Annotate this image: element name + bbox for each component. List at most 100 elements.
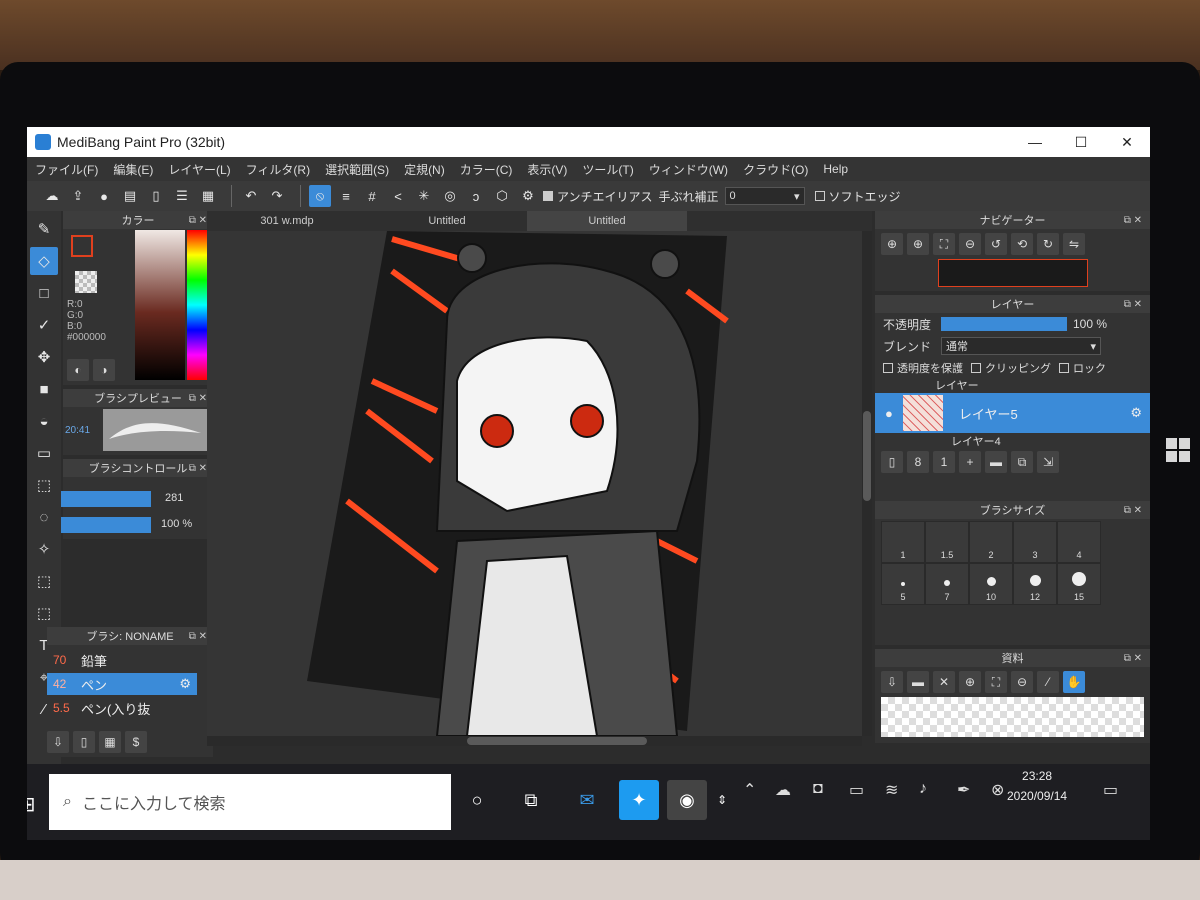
speech-icon[interactable]: ▤ <box>119 185 141 207</box>
tab-untitled-1[interactable]: Untitled <box>367 211 527 231</box>
menu-select[interactable]: 選択範囲(S) <box>325 161 389 178</box>
move-tool-icon[interactable]: ✥ <box>30 343 58 371</box>
defender-icon[interactable]: ◘ <box>813 780 823 798</box>
circle-snap-icon[interactable]: ◎ <box>439 185 461 207</box>
palette-icon[interactable]: ◐ <box>67 359 89 381</box>
background-color-swatch[interactable] <box>75 271 97 293</box>
menu-tool[interactable]: ツール(T) <box>582 161 633 178</box>
gradient-tool-icon[interactable]: ▭ <box>30 439 58 467</box>
blend-dropdown[interactable]: 通常 ▾ <box>941 337 1101 355</box>
twitter-icon[interactable]: ✦ <box>619 780 659 820</box>
snap-settings-icon[interactable]: ⚙ <box>517 185 539 207</box>
layer-item-partial-top[interactable]: レイヤー <box>875 379 1150 393</box>
brush-size-cell[interactable]: 12 <box>1013 563 1057 605</box>
brush-size-cell[interactable]: 10 <box>969 563 1013 605</box>
wifi-icon[interactable]: ≋ <box>885 780 898 800</box>
taskbar-clock[interactable]: 23:28 2020/09/14 <box>1007 766 1067 806</box>
stabilizer-dropdown[interactable]: 0 ▾ <box>724 187 805 205</box>
merge-layer-icon[interactable]: ⇲ <box>1037 451 1059 473</box>
taskbar-scroll-icon[interactable]: ⇕ <box>711 780 733 820</box>
rotate-right-icon[interactable]: ↻ <box>1037 233 1059 255</box>
menu-file[interactable]: ファイル(F) <box>35 161 98 178</box>
eyedropper-icon[interactable]: ⁄ <box>1037 671 1059 693</box>
page-icon[interactable]: ▯ <box>145 185 167 207</box>
brush-item-pencil[interactable]: 70 鉛筆 <box>47 649 197 671</box>
gear-icon[interactable]: ⚙ <box>1130 405 1142 421</box>
panel-close-icon[interactable]: ⧉ ✕ <box>1124 299 1142 310</box>
brush-size-cell[interactable]: 1.5 <box>925 521 969 563</box>
vanish-snap-icon[interactable]: < <box>387 185 409 207</box>
brush-size-cell[interactable]: 15 <box>1057 563 1101 605</box>
no-snap-icon[interactable]: ⦸ <box>309 185 331 207</box>
soft-edge-checkbox[interactable] <box>814 191 825 201</box>
windows-start-icon[interactable]: ⊞ <box>27 786 45 822</box>
visibility-icon[interactable]: ● <box>885 406 893 421</box>
comment-icon[interactable]: ● <box>93 185 115 207</box>
select-eraser-tool-icon[interactable]: ⬚ <box>30 599 58 627</box>
antialias-toggle[interactable]: アンチエイリアス <box>543 188 653 205</box>
brush-item-pen[interactable]: 42 ペン ⚙ <box>47 673 197 695</box>
brush-tool-icon[interactable]: ✎ <box>30 215 58 243</box>
zoom-in-icon[interactable]: ⊕ <box>959 671 981 693</box>
mail-icon[interactable]: ✉ <box>567 780 607 820</box>
panel-close-icon[interactable]: ⧉ ✕ <box>1124 505 1142 516</box>
panel-close-icon[interactable]: ⧉ ✕ <box>1124 653 1142 664</box>
canvas-vertical-scrollbar[interactable] <box>862 231 872 736</box>
scroll-thumb[interactable] <box>467 737 647 745</box>
clipping-checkbox[interactable] <box>971 363 981 373</box>
zoom-in-icon[interactable]: ⊕ <box>881 233 903 255</box>
pen-icon[interactable]: ✒ <box>957 780 970 800</box>
cross-snap-icon[interactable]: # <box>361 185 383 207</box>
menu-color[interactable]: カラー(C) <box>460 161 513 178</box>
duplicate-layer-icon[interactable]: ⧉ <box>1011 451 1033 473</box>
new-brush-icon[interactable]: ▯ <box>73 731 95 753</box>
brush-size-cell[interactable]: 4 <box>1057 521 1101 563</box>
zoom-out-icon[interactable]: ⊖ <box>1011 671 1033 693</box>
lock-checkbox[interactable] <box>1059 363 1069 373</box>
brush-size-slider[interactable] <box>61 491 151 507</box>
scroll-thumb[interactable] <box>863 411 871 501</box>
battery-icon[interactable]: ▭ <box>849 780 864 800</box>
dot-tool-icon[interactable]: □ <box>30 279 58 307</box>
cloud-icon[interactable]: ☁ <box>41 185 63 207</box>
onedrive-icon[interactable]: ☁ <box>775 780 791 800</box>
maximize-button[interactable]: ☐ <box>1058 127 1104 157</box>
gear-icon[interactable]: ⚙ <box>179 676 191 692</box>
menu-ruler[interactable]: 定規(N) <box>404 161 445 178</box>
polygon-snap-icon[interactable]: ⬡ <box>491 185 513 207</box>
artwork-canvas[interactable] <box>207 231 862 736</box>
grid-icon[interactable]: ▦ <box>197 185 219 207</box>
palette-edit-icon[interactable]: ◑ <box>93 359 115 381</box>
medibang-icon[interactable]: ◉ <box>667 780 707 820</box>
lasso-tool-icon[interactable]: ◌ <box>30 503 58 531</box>
close-icon[interactable]: ✕ <box>933 671 955 693</box>
protect-alpha-checkbox[interactable] <box>883 363 893 373</box>
layer-item-selected[interactable]: ● レイヤー5 ⚙ <box>875 393 1150 433</box>
parallel-snap-icon[interactable]: ≡ <box>335 185 357 207</box>
saturation-value-picker[interactable] <box>135 230 185 380</box>
bucket-tool-icon[interactable]: ◒ <box>30 407 58 435</box>
cloud-download-icon[interactable]: ⇩ <box>881 671 903 693</box>
tab-untitled-2[interactable]: Untitled <box>527 211 687 231</box>
menu-cloud[interactable]: クラウド(O) <box>743 161 808 178</box>
close-button[interactable]: ✕ <box>1104 127 1150 157</box>
foreground-color-swatch[interactable] <box>71 235 93 257</box>
soft-edge-toggle[interactable]: ソフトエッジ <box>814 188 901 205</box>
add-layer-menu-icon[interactable]: + <box>959 451 981 473</box>
brush-size-cell[interactable]: 5 <box>881 563 925 605</box>
antialias-checkbox[interactable] <box>543 191 553 201</box>
new-layer-icon[interactable]: ▯ <box>881 451 903 473</box>
reset-rotation-icon[interactable]: ⟲ <box>1011 233 1033 255</box>
action-center-icon[interactable]: ▭ <box>1103 780 1118 800</box>
menu-edit[interactable]: 編集(E) <box>113 161 153 178</box>
brush-settings-icon[interactable]: $ <box>125 731 147 753</box>
canvas-area[interactable] <box>207 231 862 736</box>
eraser-tool-icon[interactable]: ◇ <box>30 247 58 275</box>
brush-menu-icon[interactable]: ▦ <box>99 731 121 753</box>
canvas-horizontal-scrollbar[interactable] <box>207 736 862 746</box>
panel-close-icon[interactable]: ⧉ ✕ <box>189 215 207 226</box>
menu-layer[interactable]: レイヤー(L) <box>168 161 230 178</box>
radial-snap-icon[interactable]: ✳ <box>413 185 435 207</box>
menu-window[interactable]: ウィンドウ(W) <box>649 161 728 178</box>
menu-help[interactable]: Help <box>823 162 848 176</box>
